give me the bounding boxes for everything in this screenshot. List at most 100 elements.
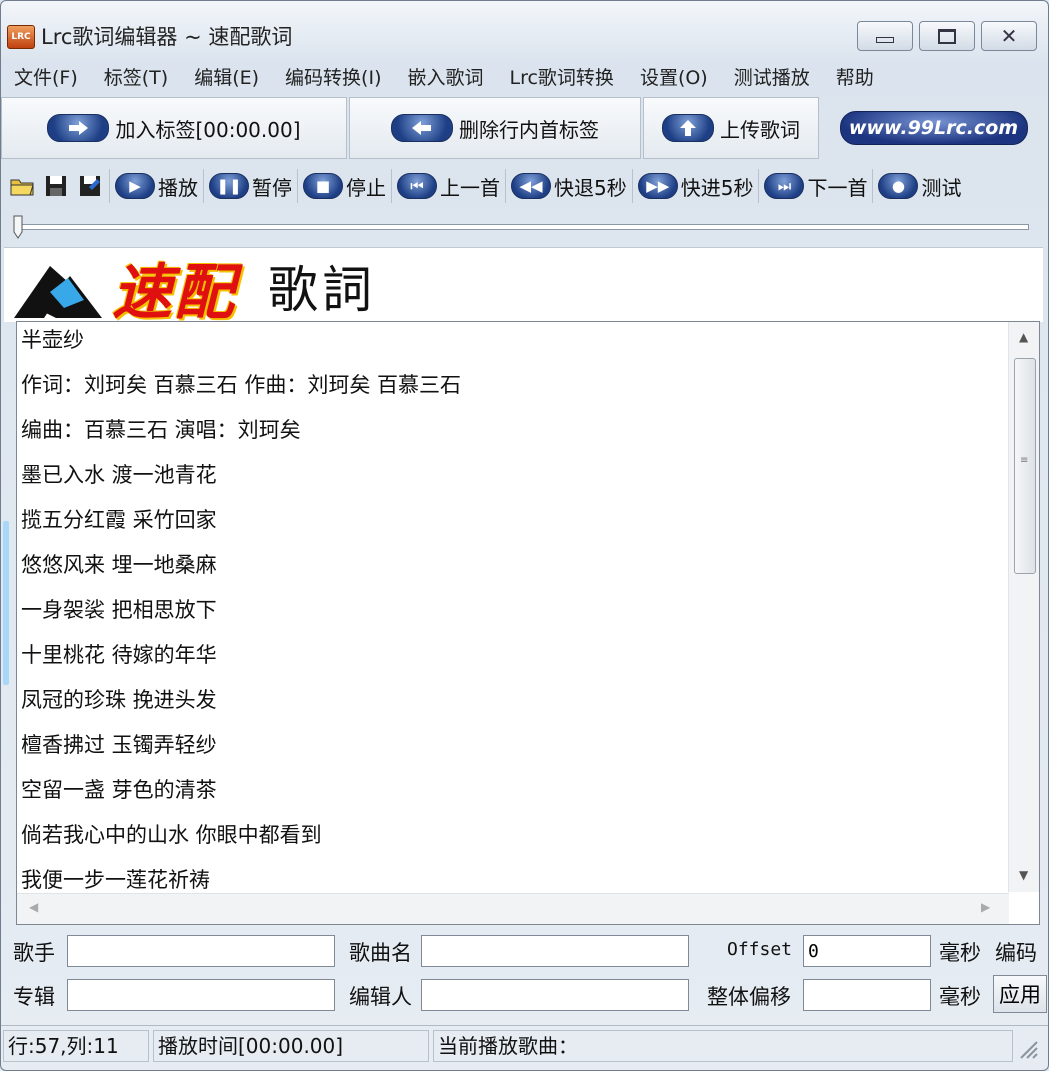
global-offset-ms-label: 毫秒	[939, 985, 981, 1009]
previous-track-button[interactable]: ⏮ 上一首	[394, 167, 503, 205]
save-as-icon[interactable]	[77, 173, 103, 199]
toolbar-separator	[109, 169, 110, 203]
save-icon[interactable]	[43, 173, 69, 199]
menu-edit[interactable]: 编辑(E)	[181, 63, 272, 90]
test-button[interactable]: ● 测试	[875, 167, 964, 205]
play-icon: ▶	[115, 173, 155, 199]
rewind-button[interactable]: ◀◀ 快退5秒	[508, 167, 630, 205]
pause-button[interactable]: ❚❚ 暂停	[206, 167, 295, 205]
lyric-line[interactable]: 檀香拂过 玉镯弄轻纱	[21, 727, 1001, 772]
toolbar-separator	[872, 169, 874, 203]
lyric-line[interactable]: 半壶纱	[21, 322, 1001, 367]
menu-bar: 文件(F) 标签(T) 编辑(E) 编码转换(I) 嵌入歌词 Lrc歌词转换 设…	[1, 59, 1048, 93]
stop-button[interactable]: ■ 停止	[300, 167, 389, 205]
seek-thumb[interactable]	[13, 215, 23, 239]
seek-slider[interactable]	[13, 215, 1029, 243]
singer-label: 歌手	[13, 941, 55, 965]
toolbar-separator	[391, 169, 392, 203]
lyric-line[interactable]: 倘若我心中的山水 你眼中都看到	[21, 817, 1001, 862]
rewind-icon: ◀◀	[511, 173, 551, 199]
global-offset-input[interactable]	[803, 979, 931, 1011]
open-folder-icon[interactable]	[9, 173, 35, 199]
apply-button[interactable]: 应用	[993, 975, 1047, 1013]
offset-input[interactable]	[803, 935, 931, 967]
upload-lyrics-button[interactable]: 上传歌词	[643, 97, 819, 159]
lyric-line[interactable]: 编曲：百慕三石 演唱：刘珂矣	[21, 412, 1001, 457]
menu-file[interactable]: 文件(F)	[1, 63, 91, 90]
seek-track	[19, 224, 1029, 230]
toolbar-separator	[505, 169, 506, 203]
pause-icon: ❚❚	[209, 173, 249, 199]
pause-label: 暂停	[252, 175, 292, 200]
menu-embed-lyrics[interactable]: 嵌入歌词	[394, 63, 496, 90]
vertical-scrollbar[interactable]: ▲ ≡ ▼	[1008, 322, 1039, 892]
offset-ms-label: 毫秒	[939, 941, 981, 965]
brand-name-black: 歌詞	[268, 261, 376, 319]
rewind-label: 快退5秒	[554, 175, 627, 200]
encoding-label[interactable]: 编码	[995, 937, 1037, 967]
previous-track-label: 上一首	[440, 175, 500, 200]
song-name-label: 歌曲名	[349, 941, 412, 965]
toolbar-separator	[297, 169, 298, 203]
left-edge-handle[interactable]	[3, 521, 9, 685]
editor-name-label: 编辑人	[349, 985, 412, 1009]
site-link-cell: www.99Lrc.com	[821, 97, 1046, 159]
menu-help[interactable]: 帮助	[823, 63, 887, 90]
toolbar-separator	[758, 169, 760, 203]
arrow-up-icon	[662, 114, 714, 142]
next-track-button[interactable]: ⏭ 下一首	[761, 167, 870, 205]
restore-button[interactable]	[919, 21, 975, 51]
singer-input[interactable]	[67, 935, 335, 967]
minimize-button[interactable]	[857, 21, 913, 51]
scroll-up-icon[interactable]: ▲	[1019, 330, 1028, 344]
menu-lrc-convert[interactable]: Lrc歌词转换	[497, 63, 627, 90]
add-tag-button[interactable]: 加入标签[00:00.00]	[1, 97, 347, 159]
upload-lyrics-label: 上传歌词	[720, 117, 800, 142]
menu-tags[interactable]: 标签(T)	[91, 63, 181, 90]
editor-name-input[interactable]	[421, 979, 689, 1011]
toolbar-separator	[631, 169, 633, 203]
lyric-line[interactable]: 一身袈裟 把相思放下	[21, 592, 1001, 637]
record-icon: ●	[878, 173, 919, 199]
lyric-line[interactable]: 作词：刘珂矣 百慕三石 作曲：刘珂矣 百慕三石	[21, 367, 1001, 412]
close-button[interactable]: ✕	[981, 21, 1037, 51]
scroll-left-icon[interactable]: ◀	[29, 900, 38, 914]
fast-forward-button[interactable]: ▶▶ 快进5秒	[635, 167, 757, 205]
lyrics-editor[interactable]: 半壶纱 作词：刘珂矣 百慕三石 作曲：刘珂矣 百慕三石 编曲：百慕三石 演唱：刘珂矣…	[16, 321, 1040, 925]
lyrics-text-area[interactable]: 半壶纱 作词：刘珂矣 百慕三石 作曲：刘珂矣 百慕三石 编曲：百慕三石 演唱：刘珂矣…	[21, 322, 1001, 892]
lyric-line[interactable]: 十里桃花 待嫁的年华	[21, 637, 1001, 682]
lyric-line[interactable]: 悠悠风来 埋一地桑麻	[21, 547, 1001, 592]
resize-grip-icon[interactable]	[1017, 1038, 1039, 1060]
app-icon[interactable]: LRC	[7, 25, 35, 49]
menu-test-play[interactable]: 测试播放	[721, 63, 823, 90]
brand-banner: 速配 歌詞	[4, 247, 1043, 328]
title-bar: LRC Lrc歌词编辑器 ~ 速配歌词 ✕	[1, 1, 1048, 59]
scroll-down-icon[interactable]: ▼	[1019, 868, 1028, 882]
vertical-scroll-thumb[interactable]: ≡	[1014, 358, 1036, 574]
skip-back-icon: ⏮	[397, 173, 437, 199]
album-label: 专辑	[13, 985, 55, 1009]
lyric-line[interactable]: 我便一步一莲花祈祷	[21, 862, 1001, 892]
scroll-right-icon[interactable]: ▶	[981, 900, 990, 914]
lyric-line[interactable]: 揽五分红霞 采竹回家	[21, 502, 1001, 547]
menu-settings[interactable]: 设置(O)	[627, 63, 721, 90]
delete-tag-button[interactable]: 删除行内首标签	[349, 97, 641, 159]
add-tag-label: 加入标签[00:00.00]	[115, 117, 301, 142]
offset-label: Offset	[727, 939, 793, 960]
brand-name-red: 速配	[112, 258, 236, 328]
horizontal-scrollbar[interactable]: ◀ ▶	[17, 893, 1009, 924]
minimize-icon	[876, 37, 894, 43]
global-offset-label: 整体偏移	[707, 985, 791, 1009]
delete-tag-label: 删除行内首标签	[459, 117, 599, 142]
arrow-right-icon	[47, 114, 110, 142]
menu-encoding[interactable]: 编码转换(I)	[272, 63, 394, 90]
lyric-line[interactable]: 空留一盏 芽色的清茶	[21, 772, 1001, 817]
cursor-position: 行:57,列:11	[3, 1030, 149, 1062]
album-input[interactable]	[67, 979, 335, 1011]
site-link-button[interactable]: www.99Lrc.com	[839, 111, 1028, 145]
close-icon: ✕	[1000, 24, 1018, 48]
play-button[interactable]: ▶ 播放	[112, 167, 201, 205]
lyric-line[interactable]: 凤冠的珍珠 挽进头发	[21, 682, 1001, 727]
song-name-input[interactable]	[421, 935, 689, 967]
lyric-line[interactable]: 墨已入水 渡一池青花	[21, 457, 1001, 502]
